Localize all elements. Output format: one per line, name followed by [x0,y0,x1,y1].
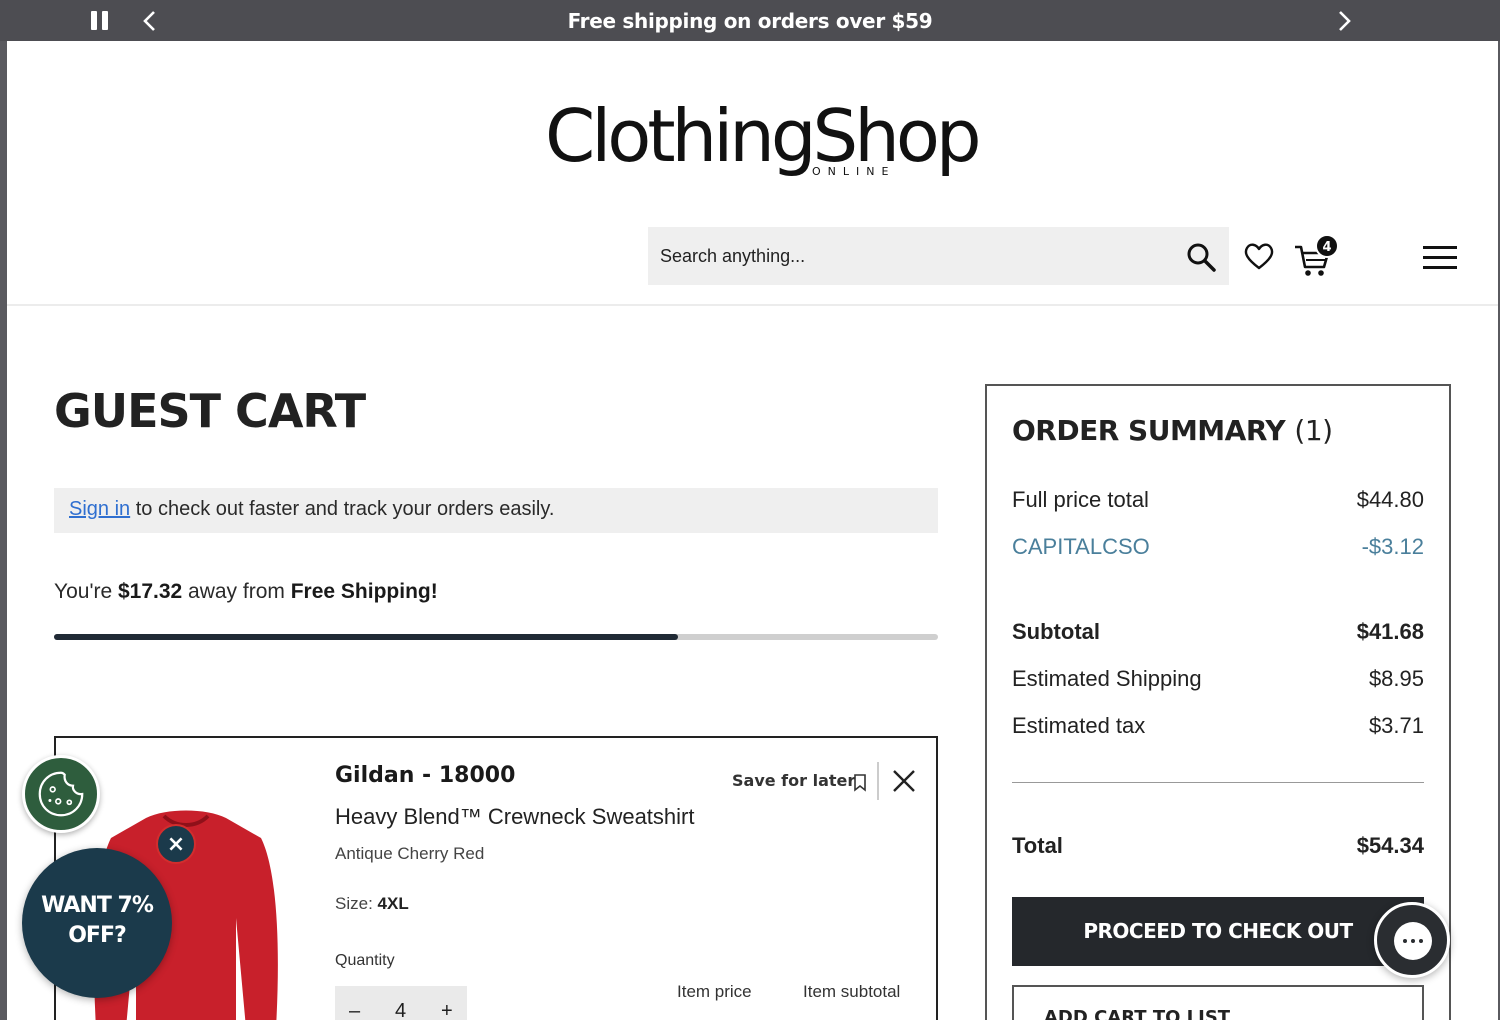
chat-icon[interactable] [1374,902,1450,978]
search-icon[interactable] [1185,241,1217,273]
save-for-later-button[interactable]: Save for later [732,771,855,790]
summary-divider [1012,782,1424,783]
item-action-divider [877,762,879,800]
product-name[interactable]: Heavy Blend™ Crewneck Sweatshirt [335,804,694,830]
product-size: Size: 4XL [335,894,409,914]
full-price-row: Full price total $44.80 [1012,487,1424,513]
cookie-icon[interactable] [22,755,100,833]
decrement-button[interactable]: – [349,1000,360,1020]
logo[interactable]: ClothingShop [545,94,982,186]
freeship-amount: $17.32 [117,580,183,603]
quantity-value[interactable]: 4 [395,1000,406,1020]
page-title: GUEST CART [54,384,366,438]
add-cart-to-list-button[interactable]: ADD CART TO LIST [1012,985,1424,1020]
cart-item: Gildan - 18000 Heavy Blend™ Crewneck Swe… [54,736,938,1020]
freeship-middle: away from [182,580,291,603]
total-row: Total $54.34 [1012,833,1424,859]
full-price-label: Full price total [1012,487,1149,512]
page: ClothingShop ONLINE 4 GUEST CART Sign in… [7,41,1498,1020]
product-brand[interactable]: Gildan - 18000 [335,763,515,788]
discount-popup[interactable]: WANT 7% OFF? [22,848,172,998]
total-value: $54.34 [1356,833,1424,858]
total-label: Total [1012,833,1063,858]
heart-icon[interactable] [1243,241,1275,271]
cart-count-badge: 4 [1315,234,1339,258]
size-value: 4XL [377,894,409,913]
tax-value: $3.71 [1368,713,1424,738]
tax-label: Estimated tax [1012,713,1146,738]
close-icon[interactable] [892,769,916,793]
promo-code-value: -$3.12 [1361,534,1424,559]
signin-banner: Sign in to check out faster and track yo… [54,488,938,533]
free-shipping-progress [54,634,938,640]
menu-icon[interactable] [1423,246,1459,272]
subtotal-row: Subtotal $41.68 [1012,619,1424,645]
quantity-label: Quantity [335,952,395,969]
summary-title: ORDER SUMMARY (1) [1012,414,1333,447]
progress-fill [54,634,679,640]
full-price-value: $44.80 [1356,487,1424,512]
shipping-value: $8.95 [1368,666,1424,691]
shipping-label: Estimated Shipping [1012,666,1202,691]
shipping-row: Estimated Shipping $8.95 [1012,666,1424,692]
promo-message: Free shipping on orders over $59 [567,9,933,33]
quantity-stepper: – 4 + [335,986,467,1020]
freeship-prefix: You're [54,580,118,603]
summary-count: (1) [1294,414,1333,447]
free-shipping-message: You're $17.32 away from Free Shipping! [54,580,438,604]
size-label: Size: [335,894,378,913]
subtotal-value: $41.68 [1356,619,1424,644]
increment-button[interactable]: + [441,1000,453,1020]
subtotal-label: Subtotal [1012,619,1100,644]
discount-close-button[interactable]: × [156,824,196,864]
chevron-right-icon[interactable] [1334,10,1354,32]
logo-text: ClothingShop [545,94,982,178]
item-subtotal-label: Item subtotal [803,982,901,1001]
product-color: Antique Cherry Red [335,844,485,863]
promo-code-row: CAPITALCSO -$3.12 [1012,534,1424,560]
item-price-label: Item price [677,982,752,1001]
cart-button[interactable]: 4 [1293,234,1343,276]
signin-text: to check out faster and track your order… [130,498,555,520]
search-input[interactable] [648,227,1168,285]
logo-subtext: ONLINE [812,165,896,178]
promo-code-label: CAPITALCSO [1012,534,1150,559]
discount-text: WANT 7% OFF? [22,891,172,951]
promo-bar: Free shipping on orders over $59 [0,0,1500,41]
signin-link[interactable]: Sign in [69,498,130,520]
summary-title-text: ORDER SUMMARY [1012,414,1286,447]
freeship-goal: Free Shipping! [290,580,438,603]
search-bar [648,227,1229,285]
discount-line2: OFF? [68,923,127,948]
header-divider [7,304,1498,306]
discount-line1: WANT 7% [41,893,154,918]
checkout-button[interactable]: PROCEED TO CHECK OUT [1012,897,1424,966]
bookmark-icon[interactable] [853,774,867,792]
tax-row: Estimated tax $3.71 [1012,713,1424,739]
